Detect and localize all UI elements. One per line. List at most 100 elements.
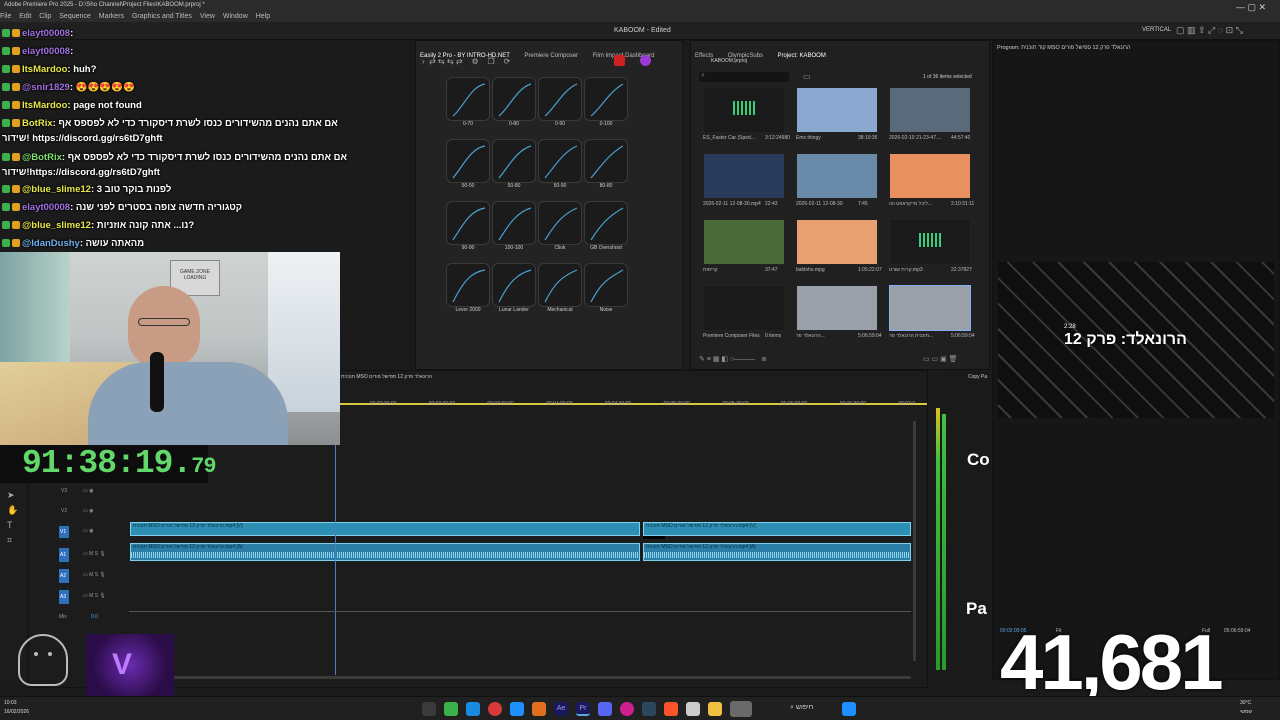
menu-edit[interactable]: Edit (19, 13, 31, 20)
razor-tool-icon[interactable]: ⌗ (7, 533, 19, 548)
menu-graphics[interactable]: Graphics and Titles (132, 13, 192, 20)
curve-graph (590, 207, 624, 241)
record-icon[interactable] (614, 55, 625, 66)
app-icon-6[interactable] (686, 702, 700, 716)
track-mix[interactable]: Mix 0.0 (29, 611, 129, 629)
chat-username[interactable]: ItsMardoo (22, 100, 67, 111)
project-item-thumbnail[interactable] (796, 219, 878, 265)
curve-preset[interactable] (446, 77, 490, 121)
taskbar: 10:03 16/02/2026 30°C שמשי Ae Pr ⌕ חיפוש (0, 696, 1280, 720)
app-icon-3[interactable] (510, 702, 524, 716)
curve-preset[interactable] (584, 139, 628, 183)
chat-username[interactable]: @blue_slime12 (22, 184, 91, 195)
curve-preset[interactable] (538, 139, 582, 183)
waveform (644, 552, 910, 558)
project-item-thumbnail[interactable] (703, 153, 785, 199)
premiere-icon[interactable]: Pr (576, 702, 590, 716)
curve-preset[interactable] (492, 201, 536, 245)
selection-tool-icon[interactable]: ➤ (7, 488, 19, 503)
clip-v1-b[interactable]: תוכנית MSO הרונאלד פרק 12 ספישל פורים.mp… (643, 522, 911, 536)
project-item-thumbnail[interactable] (703, 219, 785, 265)
curve-preset[interactable] (538, 263, 582, 307)
sequence-tab[interactable]: תוכנית MSO הרונאלד פרק 12 ספישל פורים (341, 374, 432, 380)
workspace-icons[interactable]: ▢ ▥ ⇪ ⤢ ◌ ⊡ ⤡ (1176, 25, 1243, 36)
menu-view[interactable]: View (200, 13, 215, 20)
project-item-thumbnail[interactable] (796, 285, 878, 331)
track-v3[interactable]: V3 ▭ ◉ (29, 485, 129, 503)
chat-username[interactable]: elayt00008 (22, 202, 70, 213)
file-explorer-icon[interactable] (708, 702, 722, 716)
clip-a1-b[interactable]: תוכנית MSO הרונאלד פרק 12 ספישל פורים.mp… (643, 543, 911, 561)
menu-file[interactable]: File (0, 13, 11, 20)
track-a3[interactable]: A3 ▭ M S 🎙 (29, 589, 129, 607)
curve-preset[interactable] (446, 139, 490, 183)
track-a1[interactable]: A1 ▭ M S 🎙 (29, 547, 129, 565)
project-footer-right[interactable]: ▭ ▭ ▣ 🗑 (923, 355, 958, 363)
timeline-vscroll[interactable] (913, 421, 916, 661)
curve-preset[interactable] (538, 201, 582, 245)
menu-clip[interactable]: Clip (39, 13, 51, 20)
curve-preset[interactable] (584, 201, 628, 245)
type-tool-icon[interactable]: T (7, 518, 19, 533)
clip-v1-a[interactable]: תוכנית MSO הרונאלד פרק 12 ספישל פורים.mp… (130, 522, 640, 536)
curve-preset[interactable] (584, 77, 628, 121)
app-icon-1[interactable] (444, 702, 458, 716)
project-item-thumbnail[interactable] (889, 285, 971, 331)
after-effects-icon[interactable]: Ae (554, 702, 568, 716)
chat-badge-icon (12, 47, 20, 56)
curve-preset[interactable] (584, 263, 628, 307)
chat-username[interactable]: @snir1829 (22, 82, 70, 93)
curve-preset[interactable] (492, 77, 536, 121)
track-a2[interactable]: A2 ▭ M S 🎙 (29, 568, 129, 586)
project-item-thumbnail[interactable] (703, 285, 785, 331)
menu-sequence[interactable]: Sequence (59, 13, 91, 20)
chat-username[interactable]: @IdanDushy (22, 238, 80, 249)
project-search[interactable]: ⌕ (699, 72, 789, 82)
chat-username[interactable]: @BotRix (22, 152, 62, 163)
clip-a1-a[interactable]: תוכנית MSO הרונאלד פרק 12 ספישל פורים.mp… (130, 543, 640, 561)
curve-preset[interactable] (492, 263, 536, 307)
copy-paste-label: Copy Pa (968, 374, 988, 380)
curve-preset[interactable] (492, 139, 536, 183)
chat-username[interactable]: elayt00008 (22, 46, 70, 57)
project-item-thumbnail[interactable] (796, 153, 878, 199)
app-icon-7[interactable] (730, 701, 752, 717)
workspace-label[interactable]: VERTICAL (1142, 27, 1171, 33)
track-v2[interactable]: V2 ▭ ◉ (29, 505, 129, 523)
steam-icon[interactable] (642, 702, 656, 716)
new-bin-icon[interactable]: ▭ (803, 72, 811, 81)
menu-markers[interactable]: Markers (99, 13, 124, 20)
curve-preset[interactable] (538, 77, 582, 121)
project-item-name: Emx thingy (796, 135, 821, 141)
tab-premiere-composer[interactable]: Premiere Composer (524, 53, 578, 59)
chat-username[interactable]: @blue_slime12 (22, 220, 91, 231)
project-footer-tools[interactable]: ✎ ≡ ▦ ◧ ○——— ≣ (699, 355, 767, 363)
app-icon-5[interactable] (620, 702, 634, 716)
timeline-scrollbar[interactable] (129, 676, 911, 679)
window-controls[interactable]: — ▢ ✕ (1236, 2, 1266, 13)
project-item-thumbnail[interactable] (889, 87, 971, 133)
track-v1[interactable]: V1 ▭ ◉ (29, 525, 129, 543)
brave-icon[interactable] (664, 702, 678, 716)
menu-help[interactable]: Help (256, 13, 270, 20)
task-view-icon[interactable] (422, 702, 436, 716)
chrome-icon[interactable] (488, 702, 502, 716)
tab-project[interactable]: Project: KABOOM (777, 53, 825, 59)
app-icon-2[interactable] (466, 702, 480, 716)
hand-tool-icon[interactable]: ✋ (7, 503, 19, 518)
curve-preset[interactable] (446, 201, 490, 245)
curves-toolbar[interactable]: › ⇄ ⇆ ⇆ ⇄ ⚙ ❐ ⟳ (422, 57, 510, 66)
film-impact-icon[interactable] (640, 55, 651, 66)
chat-username[interactable]: ItsMardoo (22, 64, 67, 75)
chat-username[interactable]: BotRix (22, 118, 53, 129)
windows-start-icon[interactable] (842, 702, 856, 716)
chat-username[interactable]: elayt00008 (22, 28, 70, 39)
project-item-thumbnail[interactable] (889, 153, 971, 199)
app-icon-4[interactable] (532, 702, 546, 716)
taskbar-search[interactable]: ⌕ חיפוש (790, 704, 813, 712)
curve-preset[interactable] (446, 263, 490, 307)
chat-text: : אם אתם נהנים מהשידורים כנסו לשרת דיסקו… (61, 152, 347, 163)
discord-icon[interactable] (598, 702, 612, 716)
menu-window[interactable]: Window (223, 13, 248, 20)
project-item-thumbnail[interactable] (796, 87, 878, 133)
